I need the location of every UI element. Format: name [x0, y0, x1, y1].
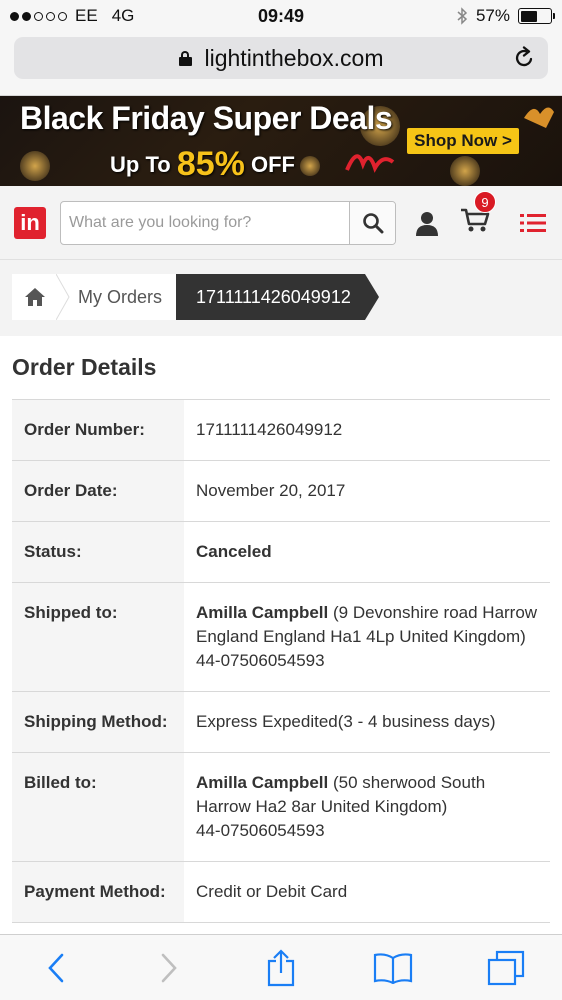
tabs-button[interactable]: [481, 943, 531, 993]
order-details-table: Order Number: 1711111426049912 Order Dat…: [12, 399, 550, 923]
home-icon: [25, 288, 45, 306]
order-date-value: November 20, 2017: [196, 481, 346, 500]
reload-icon[interactable]: [514, 46, 536, 70]
order-date-label: Order Date:: [12, 461, 184, 521]
order-number-label: Order Number:: [12, 400, 184, 460]
payment-method-row: Payment Method: Credit or Debit Card: [12, 862, 550, 923]
signal-strength-icon: [10, 11, 67, 21]
chevron-left-icon: [48, 953, 64, 982]
breadcrumb: My Orders 1711111426049912: [12, 274, 562, 320]
battery-percent: 57%: [475, 6, 510, 25]
shipped-to-label: Shipped to:: [12, 583, 184, 691]
user-account-icon[interactable]: [412, 209, 442, 237]
cart-button[interactable]: 9: [460, 191, 496, 238]
payment-method-value: Credit or Debit Card: [196, 882, 348, 901]
order-number-value: 1711111426049912: [196, 420, 343, 439]
banner-subtitle: Up To 85% OFF: [110, 142, 295, 183]
site-header: in 9: [0, 186, 562, 260]
breadcrumb-separator: [56, 274, 70, 320]
promo-banner[interactable]: Black Friday Super Deals Up To 85% OFF S…: [0, 96, 562, 186]
breadcrumb-current-label: 1711111426049912: [196, 286, 351, 307]
order-details-section: Order Details Order Number: 171111142604…: [0, 336, 562, 923]
billed-to-value: Amilla Campbell (50 sherwood South Harro…: [184, 753, 550, 861]
banner-title: Black Friday Super Deals: [20, 100, 393, 136]
order-date-row: Order Date: November 20, 2017: [12, 461, 550, 522]
breadcrumb-current-order: 1711111426049912: [176, 274, 379, 320]
status-row: Status: Canceled: [12, 522, 550, 583]
breadcrumb-my-orders[interactable]: My Orders: [58, 274, 177, 320]
bluetooth-icon: [457, 7, 468, 25]
search-box: [60, 200, 396, 245]
shipping-name: Amilla Campbell: [196, 603, 329, 622]
share-icon: [267, 948, 295, 986]
billing-phone: 44-07506054593: [196, 821, 325, 840]
network-type: 4G: [111, 6, 135, 25]
address-bar[interactable]: lightinthebox.com: [14, 37, 548, 79]
status-bar: EE 4G 09:49 57%: [0, 0, 562, 32]
battery-icon: [518, 8, 555, 24]
search-icon: [362, 212, 383, 233]
billing-name: Amilla Campbell: [196, 773, 329, 792]
shipping-phone: 44-07506054593: [196, 651, 325, 670]
menu-icon[interactable]: [520, 213, 546, 233]
shipped-to-row: Shipped to: Amilla Campbell (9 Devonshir…: [12, 583, 550, 692]
carrier-name: EE: [75, 6, 98, 25]
book-icon: [374, 952, 413, 984]
tabs-icon: [487, 950, 524, 985]
breadcrumb-home[interactable]: [12, 274, 70, 320]
site-logo[interactable]: in: [14, 206, 46, 239]
page-title: Order Details: [12, 354, 157, 380]
shipping-method-label: Shipping Method:: [12, 692, 184, 752]
banner-percent: 85%: [176, 145, 245, 183]
bow-icon: [524, 107, 554, 128]
shipping-method-value: Express Expedited(3 - 4 business days): [196, 712, 496, 731]
breadcrumb-my-orders-label: My Orders: [78, 286, 163, 307]
status-label: Status:: [12, 522, 184, 582]
ribbon-icon: [345, 154, 395, 173]
cart-count-badge: 9: [474, 191, 496, 213]
share-button[interactable]: [256, 943, 306, 993]
shipping-method-row: Shipping Method: Express Expedited(3 - 4…: [12, 692, 550, 753]
forward-button[interactable]: [144, 943, 194, 993]
payment-method-label: Payment Method:: [12, 862, 184, 922]
chevron-right-icon: [161, 953, 177, 982]
banner-sub-prefix: Up To: [110, 152, 171, 177]
back-button[interactable]: [31, 943, 81, 993]
search-button[interactable]: [349, 201, 395, 244]
browser-toolbar: [0, 934, 562, 1000]
search-input[interactable]: [61, 201, 349, 244]
browser-address-area: lightinthebox.com: [0, 32, 562, 96]
shipped-to-value: Amilla Campbell (9 Devonshire road Harro…: [184, 583, 550, 691]
bookmarks-button[interactable]: [368, 943, 418, 993]
url-text: lightinthebox.com: [204, 44, 384, 71]
lock-icon: [178, 50, 192, 66]
status-value: Canceled: [196, 542, 272, 561]
order-number-row: Order Number: 1711111426049912: [12, 400, 550, 461]
shop-now-button[interactable]: Shop Now >: [407, 128, 519, 154]
billed-to-row: Billed to: Amilla Campbell (50 sherwood …: [12, 753, 550, 862]
breadcrumb-area: My Orders 1711111426049912: [0, 260, 562, 336]
clock: 09:49: [257, 5, 305, 26]
billed-to-label: Billed to:: [12, 753, 184, 861]
banner-sub-suffix: OFF: [251, 152, 295, 177]
